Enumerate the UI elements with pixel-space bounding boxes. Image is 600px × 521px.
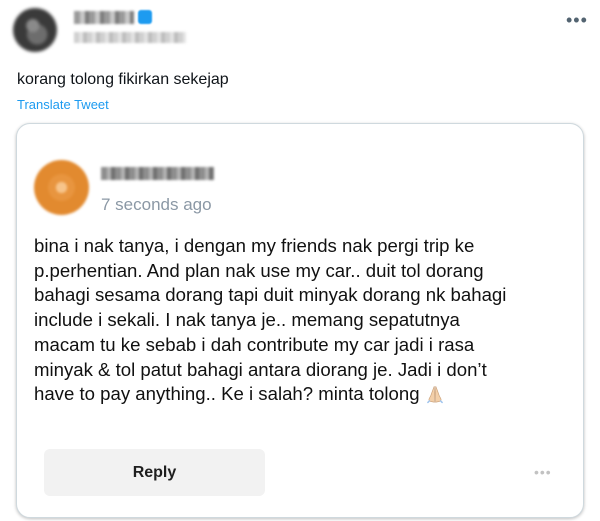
post-timestamp: 7 seconds ago: [101, 195, 212, 214]
translate-tweet-link[interactable]: Translate Tweet: [17, 97, 109, 112]
author-name-blurred[interactable]: [74, 11, 134, 24]
praying-hands-icon: [426, 386, 443, 404]
tweet-text: korang tolong fikirkan sekejap: [17, 71, 229, 88]
author-handle-blurred[interactable]: [74, 32, 186, 43]
poster-name-blurred: [101, 167, 214, 180]
poster-avatar-blurred: [34, 160, 89, 215]
verified-badge-icon: [138, 10, 152, 24]
reply-button[interactable]: Reply: [44, 449, 265, 496]
tweet: ••• korang tolong fikirkan sekejap Trans…: [0, 0, 600, 521]
embedded-post-card: 7 seconds ago bina i nak tanya, i dengan…: [16, 123, 584, 518]
card-more-options-icon[interactable]: •••: [534, 464, 552, 480]
post-message-text: bina i nak tanya, i dengan my friends na…: [34, 235, 507, 405]
author-avatar-blurred[interactable]: [13, 8, 57, 52]
more-options-icon[interactable]: •••: [566, 11, 588, 29]
post-message: bina i nak tanya, i dengan my friends na…: [34, 234, 574, 407]
